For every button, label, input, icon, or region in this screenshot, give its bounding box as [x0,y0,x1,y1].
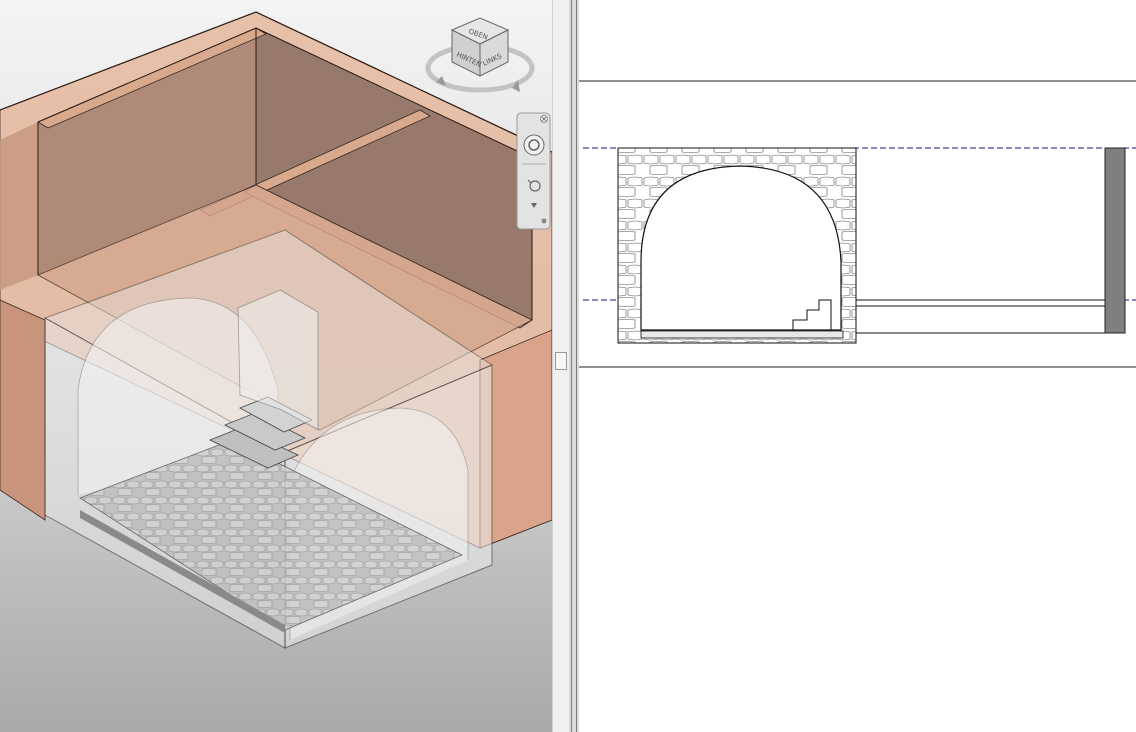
section-view[interactable] [579,0,1136,732]
vault-arch[interactable] [640,165,842,331]
section-background [579,0,1136,732]
customize-icon[interactable] [541,218,547,224]
floor-slab[interactable] [640,330,844,339]
3d-view-scrollbar[interactable] [552,0,570,732]
scrollbar-thumb[interactable] [555,352,567,370]
steering-wheel-icon[interactable] [523,134,545,156]
vault-section[interactable] [617,147,857,344]
upper-floor-slab[interactable] [855,299,1107,307]
navigation-bar[interactable] [516,112,551,230]
view-splitter[interactable] [569,0,579,732]
close-icon[interactable] [540,115,548,123]
exterior-wall-section[interactable] [1104,147,1126,334]
section-drawing-canvas[interactable] [579,0,1136,732]
3d-view[interactable]: HINTEN LINKS OBEN [0,0,552,732]
3d-model-canvas[interactable]: HINTEN LINKS OBEN [0,0,552,732]
